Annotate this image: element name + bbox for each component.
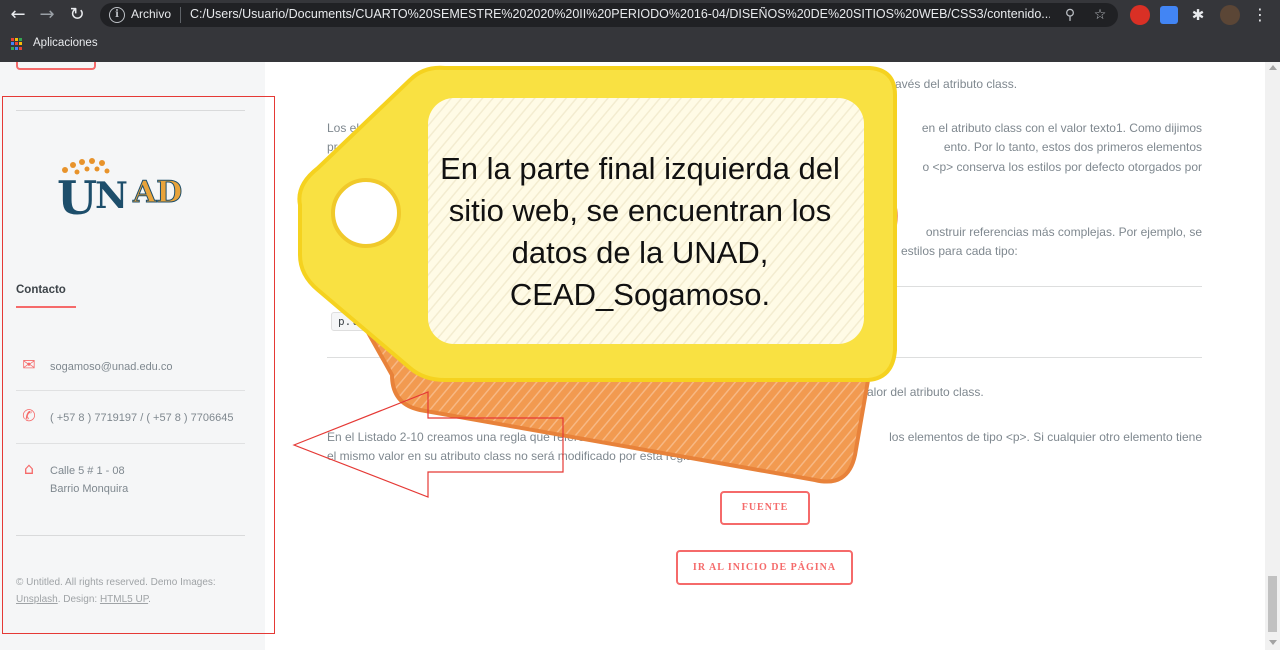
paragraph-fragment: pre bbox=[327, 140, 345, 154]
paragraph-fragment: razón po bbox=[327, 225, 374, 239]
paragraph-fragment: o <p> conserva los estilos por defecto o… bbox=[922, 160, 1202, 174]
extension-icon[interactable] bbox=[1130, 5, 1150, 25]
back-icon[interactable]: ← bbox=[6, 3, 30, 27]
star-icon[interactable]: ☆ bbox=[1090, 5, 1110, 25]
scroll-thumb[interactable] bbox=[1268, 576, 1277, 632]
menu-icon[interactable]: ⋮ bbox=[1248, 3, 1272, 27]
translate-icon[interactable] bbox=[1160, 6, 1178, 24]
scroll-up-arrow-icon[interactable] bbox=[1269, 65, 1277, 70]
forward-icon[interactable]: → bbox=[35, 3, 59, 27]
paragraph-fragment: el mismo valor en su atributo class no s… bbox=[327, 449, 693, 463]
sidebar-button-partial[interactable] bbox=[16, 62, 96, 70]
puzzle-icon[interactable]: ✱ bbox=[1186, 3, 1210, 27]
info-icon[interactable]: i bbox=[109, 7, 125, 23]
paragraph-fragment: los elementos de tipo <p>. Si cualquier … bbox=[889, 430, 1202, 444]
page-scrollbar[interactable] bbox=[1265, 62, 1280, 650]
paragraph-fragment: onstruir referencias más complejas. Por … bbox=[925, 225, 1202, 239]
apps-icon[interactable] bbox=[11, 38, 23, 50]
annotation-text: En la parte final izquierda del sitio we… bbox=[440, 151, 840, 312]
paragraph-fragment: navegad bbox=[327, 160, 374, 174]
browser-chrome: ← → ↻ i Archivo C:/Users/Usuario/Documen… bbox=[0, 0, 1280, 62]
reload-icon[interactable]: ↻ bbox=[65, 3, 89, 27]
zoom-icon[interactable]: ⚲ bbox=[1060, 5, 1080, 25]
paragraph-fragment: en el atributo class con el valor texto1… bbox=[921, 121, 1202, 135]
code-snippet: p.te bbox=[331, 312, 372, 331]
browser-toolbar: ← → ↻ i Archivo C:/Users/Usuario/Documen… bbox=[0, 0, 1280, 30]
fuente-button[interactable]: FUENTE bbox=[720, 491, 810, 525]
paragraph-fragment: estilos para cada tipo: bbox=[901, 244, 1018, 258]
address-bar[interactable]: i Archivo C:/Users/Usuario/Documents/CUA… bbox=[100, 3, 1118, 27]
profile-avatar[interactable] bbox=[1220, 5, 1240, 25]
paragraph-fragment: avés del atributo class. bbox=[895, 77, 1018, 91]
paragraph-fragment: Los ele bbox=[327, 121, 366, 135]
apps-label[interactable]: Aplicaciones bbox=[33, 37, 98, 49]
address-separator bbox=[180, 7, 181, 23]
paragraph-fragment: ento. Por lo tanto, estos dos primeros e… bbox=[943, 140, 1202, 154]
url-text[interactable]: C:/Users/Usuario/Documents/CUARTO%20SEME… bbox=[190, 7, 1050, 21]
bookmarks-bar: Aplicaciones bbox=[0, 31, 1280, 59]
sidebar-highlight-box bbox=[2, 96, 275, 634]
back-to-top-button[interactable]: IR AL INICIO DE PÁGINA bbox=[676, 550, 853, 585]
paragraph-fragment: En el Listado 2-10 creamos una regla que… bbox=[327, 430, 607, 444]
scroll-down-arrow-icon[interactable] bbox=[1269, 640, 1277, 645]
paragraph-fragment: valor del atributo class. bbox=[861, 385, 984, 399]
address-label: Archivo bbox=[131, 7, 172, 21]
section-divider bbox=[327, 357, 1202, 358]
